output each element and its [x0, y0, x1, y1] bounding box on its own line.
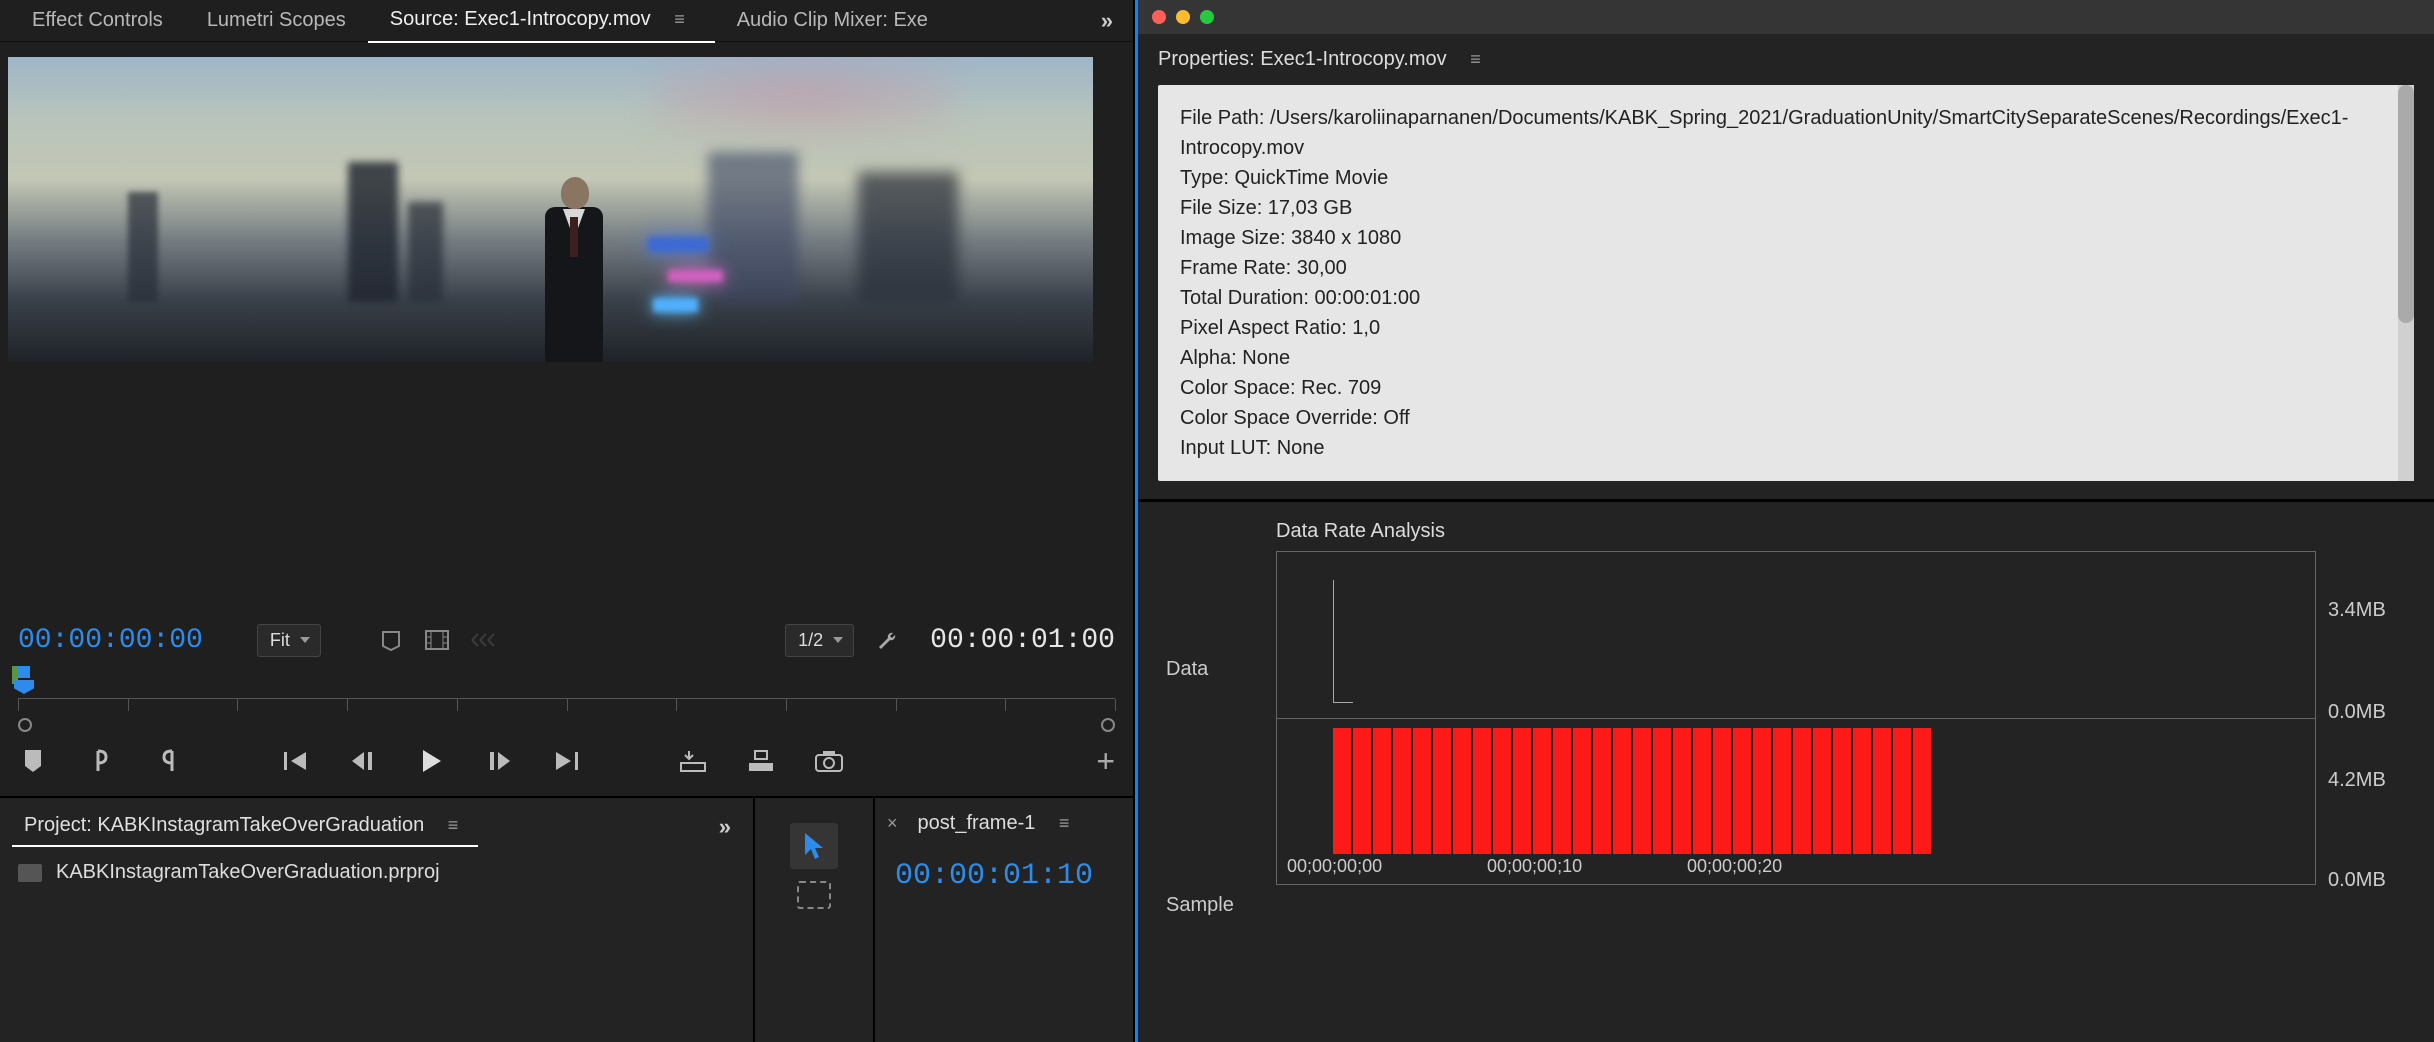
tab-effect-controls[interactable]: Effect Controls	[10, 0, 185, 42]
zoom-scroll-left[interactable]	[18, 718, 32, 732]
prop-file-path: File Path: /Users/karoliinaparnanen/Docu…	[1180, 103, 2392, 163]
minimize-window-button[interactable]	[1176, 10, 1190, 24]
close-window-button[interactable]	[1152, 10, 1166, 24]
prop-color-override: Color Space Override: Off	[1180, 403, 2392, 433]
tab-source[interactable]: Source: Exec1-Introcopy.mov ≡	[368, 0, 715, 43]
scrollbar-thumb[interactable]	[2398, 85, 2414, 323]
settings-wrench-icon[interactable]	[872, 626, 900, 654]
prop-color-space: Color Space: Rec. 709	[1180, 373, 2392, 403]
ry-data-min: 0.0MB	[2328, 701, 2386, 724]
chart-x-ticks: 00;00;00;00 00;00;00;10 00;00;00;20	[1277, 856, 2315, 882]
prop-image-size: Image Size: 3840 x 1080	[1180, 223, 2392, 253]
x-tick-20: 00;00;00;20	[1687, 856, 1782, 877]
go-to-in-button[interactable]	[280, 746, 310, 776]
properties-title: Properties: Exec1-Introcopy.mov	[1158, 48, 1447, 70]
project-tab[interactable]: Project: KABKInstagramTakeOverGraduation…	[12, 806, 478, 847]
data-series-spike	[1333, 580, 1353, 703]
maximize-window-button[interactable]	[1200, 10, 1214, 24]
go-to-out-button[interactable]	[552, 746, 582, 776]
prop-frame-rate: Frame Rate: 30,00	[1180, 253, 2392, 283]
sequence-tab[interactable]: post_frame-1 ≡	[908, 806, 1088, 841]
chart-right-y-labels: 3.4MB 0.0MB 4.2MB 0.0MB	[2316, 551, 2406, 1024]
properties-text-area[interactable]: File Path: /Users/karoliinaparnanen/Docu…	[1158, 85, 2414, 481]
x-tick-0: 00;00;00;00	[1287, 856, 1382, 877]
project-file-row: KABKInstagramTakeOverGraduation.prproj	[0, 847, 753, 898]
chart-plot[interactable]: 00;00;00;00 00;00;00;10 00;00;00;20	[1276, 551, 2316, 885]
overwrite-button[interactable]	[746, 746, 776, 776]
chart-area: Data Sample 00;00;00;00 00;00;00;10 00;0…	[1166, 551, 2406, 1024]
step-back-button[interactable]	[348, 746, 378, 776]
sample-series-bars	[1333, 718, 1931, 854]
mark-in-button[interactable]	[86, 746, 116, 776]
prop-input-lut: Input LUT: None	[1180, 433, 2392, 463]
bottom-panels: Project: KABKInstagramTakeOverGraduation…	[0, 796, 1133, 1042]
panel-menu-icon[interactable]: ≡	[430, 815, 467, 835]
y-label-sample: Sample	[1166, 894, 1262, 917]
zoom-fit-dropdown[interactable]: Fit	[257, 624, 321, 657]
prop-total-duration: Total Duration: 00:00:01:00	[1180, 283, 2392, 313]
project-tab-label: Project: KABKInstagramTakeOverGraduation	[24, 814, 424, 836]
panel-menu-icon[interactable]: ≡	[656, 9, 693, 29]
project-tabs-overflow[interactable]: »	[709, 814, 741, 840]
y-label-data: Data	[1166, 658, 1262, 681]
video-preview[interactable]	[8, 57, 1093, 362]
selection-tool[interactable]	[790, 823, 838, 869]
properties-scrollbar[interactable]	[2398, 85, 2414, 481]
video-monitor-area	[0, 42, 1133, 362]
panel-tabs: Effect Controls Lumetri Scopes Source: E…	[0, 0, 1133, 42]
properties-window: Properties: Exec1-Introcopy.mov ≡ File P…	[1135, 0, 2434, 1042]
ry-sample-min: 0.0MB	[2328, 869, 2386, 892]
source-monitor-panel: Effect Controls Lumetri Scopes Source: E…	[0, 0, 1135, 1042]
sequence-tab-label: post_frame-1	[918, 812, 1036, 834]
safe-margins-icon[interactable]	[377, 626, 405, 654]
window-titlebar[interactable]	[1138, 0, 2434, 34]
transport-controls: +	[0, 736, 1133, 796]
play-button[interactable]	[416, 746, 446, 776]
tab-audio-mixer[interactable]: Audio Clip Mixer: Exe	[715, 0, 950, 42]
close-tab-button[interactable]: ×	[887, 813, 898, 834]
chart-title: Data Rate Analysis	[1276, 520, 2406, 551]
project-panel: Project: KABKInstagramTakeOverGraduation…	[0, 798, 755, 1042]
output-icon[interactable]	[423, 626, 451, 654]
panel-menu-icon[interactable]: ≡	[1452, 49, 1489, 69]
mark-out-button[interactable]	[154, 746, 184, 776]
tab-source-label: Source: Exec1-Introcopy.mov	[390, 8, 651, 30]
tabs-overflow-button[interactable]: »	[1091, 8, 1123, 34]
chart-y-labels: Data Sample	[1166, 551, 1276, 1024]
insert-button[interactable]	[678, 746, 708, 776]
project-file-icon	[18, 864, 42, 882]
prop-type: Type: QuickTime Movie	[1180, 163, 2392, 193]
prop-alpha: Alpha: None	[1180, 343, 2392, 373]
marquee-tool-icon[interactable]	[797, 881, 831, 909]
sequence-timecode[interactable]: 00:00:01:10	[875, 841, 1133, 911]
monitor-controls-row: 00:00:00:00 Fit 1/2 00:00:01:00	[0, 606, 1133, 666]
panel-menu-icon[interactable]: ≡	[1041, 813, 1078, 833]
add-marker-button[interactable]	[18, 746, 48, 776]
playhead[interactable]	[14, 680, 34, 694]
proxy-toggle-icon[interactable]	[469, 626, 497, 654]
export-frame-button[interactable]	[814, 746, 844, 776]
project-file-name: KABKInstagramTakeOverGraduation.prproj	[56, 861, 440, 884]
ry-data-max: 3.4MB	[2328, 599, 2386, 622]
data-rate-chart-section: Data Rate Analysis Data Sample 00;00;00;…	[1138, 502, 2434, 1042]
x-tick-10: 00;00;00;10	[1487, 856, 1582, 877]
ry-sample-max: 4.2MB	[2328, 769, 2386, 792]
resolution-dropdown[interactable]: 1/2	[785, 624, 854, 657]
properties-panel-header[interactable]: Properties: Exec1-Introcopy.mov ≡	[1138, 34, 2434, 85]
in-point-flag[interactable]	[18, 666, 30, 678]
ruler-ticks	[18, 698, 1115, 714]
prop-pixel-aspect: Pixel Aspect Ratio: 1,0	[1180, 313, 2392, 343]
sequence-panel: × post_frame-1 ≡ 00:00:01:10	[875, 798, 1133, 1042]
button-editor-add[interactable]: +	[1096, 743, 1115, 780]
current-timecode[interactable]: 00:00:00:00	[18, 625, 203, 656]
time-ruler[interactable]	[0, 666, 1133, 736]
duration-timecode: 00:00:01:00	[930, 625, 1115, 656]
prop-file-size: File Size: 17,03 GB	[1180, 193, 2392, 223]
zoom-scroll-right[interactable]	[1101, 718, 1115, 732]
tools-panel	[755, 798, 875, 1042]
tab-lumetri-scopes[interactable]: Lumetri Scopes	[185, 0, 368, 42]
step-forward-button[interactable]	[484, 746, 514, 776]
